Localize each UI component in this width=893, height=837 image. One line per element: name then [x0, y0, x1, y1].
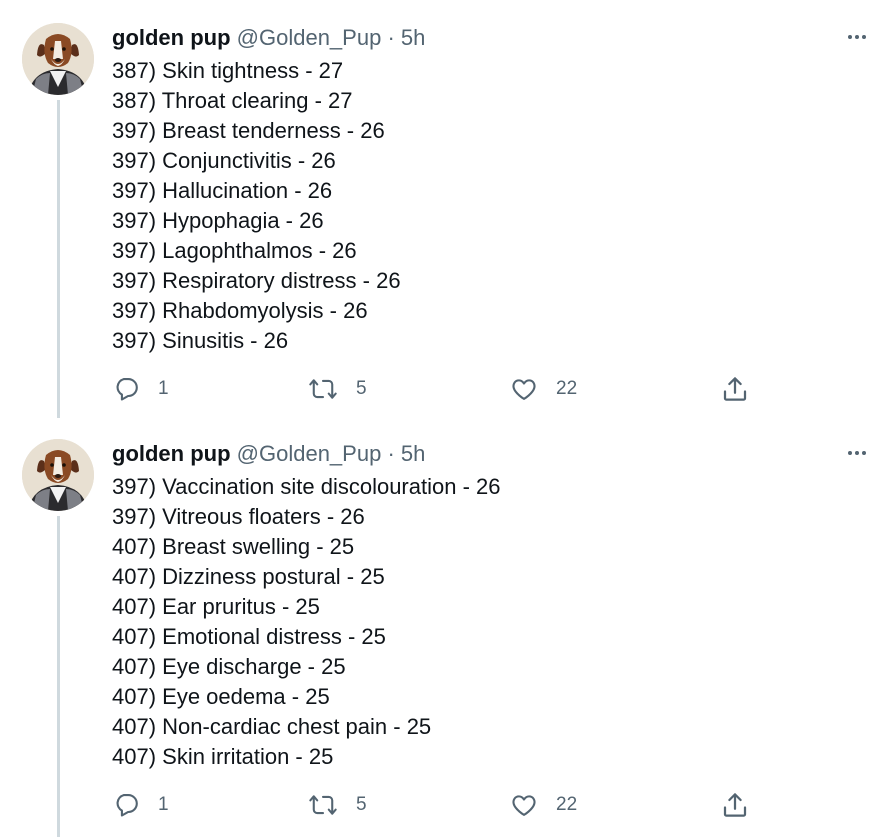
list-item: 387) Skin tightness - 27: [112, 58, 344, 83]
list-item: 397) Conjunctivitis - 26: [112, 148, 336, 173]
reply-icon: [112, 791, 140, 819]
reply-count: 1: [158, 794, 169, 815]
list-item: 407) Eye discharge - 25: [112, 654, 346, 679]
list-item: 407) Eye oedema - 25: [112, 684, 330, 709]
tweet[interactable]: golden pup @Golden_Pup · 5h 397) Vaccina…: [0, 416, 893, 837]
list-item: 397) Respiratory distress - 26: [112, 268, 401, 293]
tweet-actions: 1 5 22: [112, 374, 772, 404]
tweet-header: golden pup @Golden_Pup · 5h: [112, 24, 425, 52]
tweet-actions: 1 5 22: [112, 790, 772, 820]
like-button[interactable]: 22: [510, 374, 577, 404]
display-name[interactable]: golden pup: [112, 441, 231, 466]
reply-button[interactable]: 1: [112, 790, 169, 820]
tweet-header: golden pup @Golden_Pup · 5h: [112, 440, 425, 468]
like-count: 22: [556, 378, 578, 399]
reply-icon: [112, 375, 140, 403]
display-name[interactable]: golden pup: [112, 25, 231, 50]
separator: ·: [387, 25, 395, 50]
list-item: 397) Hypophagia - 26: [112, 208, 324, 233]
thread-line: [57, 100, 60, 418]
list-item: 407) Non-cardiac chest pain - 25: [112, 714, 432, 739]
list-item: 407) Ear pruritus - 25: [112, 594, 320, 619]
list-item: 387) Throat clearing - 27: [112, 88, 353, 113]
retweet-count: 5: [356, 378, 367, 399]
list-item: 397) Vaccination site discolouration - 2…: [112, 474, 501, 499]
list-item: 397) Vitreous floaters - 26: [112, 504, 365, 529]
tweet[interactable]: golden pup @Golden_Pup · 5h 387) Skin ti…: [0, 0, 893, 418]
separator: ·: [387, 441, 395, 466]
reply-button[interactable]: 1: [112, 374, 169, 404]
list-item: 397) Hallucination - 26: [112, 178, 333, 203]
user-handle[interactable]: @Golden_Pup: [237, 441, 382, 466]
list-item: 397) Breast tenderness - 26: [112, 118, 385, 143]
list-item: 397) Rhabdomyolysis - 26: [112, 298, 368, 323]
timestamp[interactable]: 5h: [401, 25, 425, 50]
reply-count: 1: [158, 378, 169, 399]
more-icon[interactable]: [840, 443, 874, 463]
timestamp[interactable]: 5h: [401, 441, 425, 466]
more-icon[interactable]: [840, 27, 874, 47]
list-item: 397) Sinusitis - 26: [112, 328, 289, 353]
retweet-button[interactable]: 5: [308, 374, 367, 404]
share-icon: [720, 374, 750, 404]
like-icon: [510, 791, 538, 819]
list-item: 407) Skin irritation - 25: [112, 744, 334, 769]
tweet-text: 387) Skin tightness - 27 387) Throat cle…: [112, 56, 401, 356]
retweet-count: 5: [356, 794, 367, 815]
tweet-text: 397) Vaccination site discolouration - 2…: [112, 472, 500, 772]
like-button[interactable]: 22: [510, 790, 577, 820]
share-button[interactable]: [720, 790, 750, 820]
avatar[interactable]: [22, 439, 94, 511]
like-icon: [510, 375, 538, 403]
list-item: 397) Lagophthalmos - 26: [112, 238, 357, 263]
retweet-icon: [308, 791, 338, 819]
list-item: 407) Dizziness postural - 25: [112, 564, 385, 589]
retweet-icon: [308, 375, 338, 403]
share-button[interactable]: [720, 374, 750, 404]
share-icon: [720, 790, 750, 820]
like-count: 22: [556, 794, 578, 815]
retweet-button[interactable]: 5: [308, 790, 367, 820]
user-handle[interactable]: @Golden_Pup: [237, 25, 382, 50]
list-item: 407) Emotional distress - 25: [112, 624, 386, 649]
list-item: 407) Breast swelling - 25: [112, 534, 355, 559]
thread-line: [57, 516, 60, 837]
avatar[interactable]: [22, 23, 94, 95]
